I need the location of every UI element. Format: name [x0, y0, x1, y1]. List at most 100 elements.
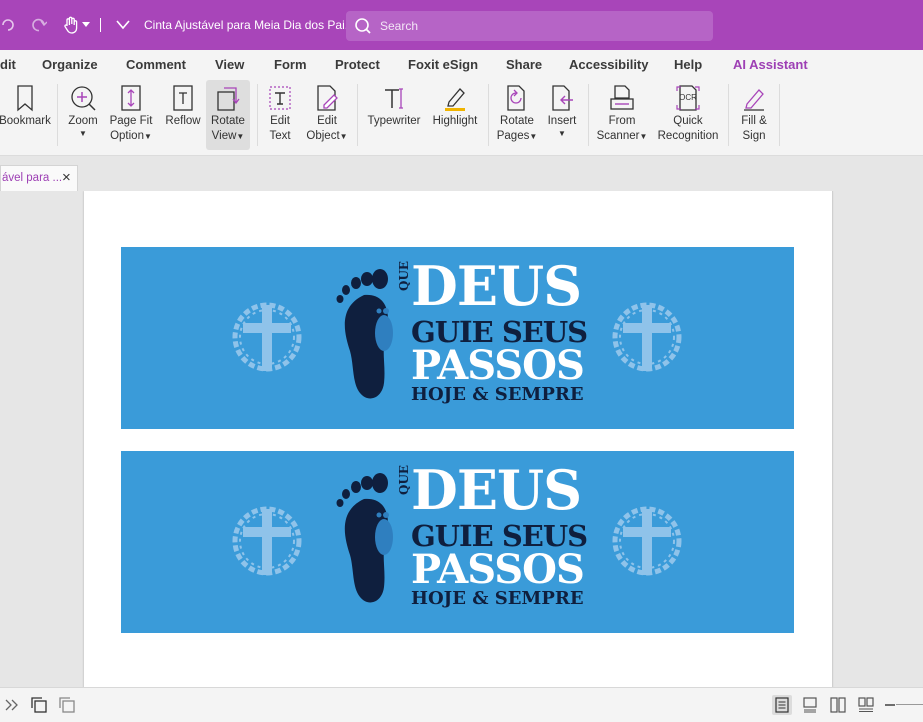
- banner-text-deus: DEUS: [411, 254, 582, 318]
- redo-icon[interactable]: [28, 14, 50, 36]
- expand-panel-icon[interactable]: [2, 695, 22, 715]
- extract-pages-icon[interactable]: [29, 695, 49, 715]
- menu-bar: dit Organize Comment View Form Protect F…: [0, 50, 923, 78]
- ribbon-separator: [57, 84, 58, 146]
- insert-label: Insert: [547, 115, 577, 127]
- cross-crown-icon: [612, 302, 682, 372]
- continuous-view-icon[interactable]: [800, 695, 820, 715]
- menu-protect[interactable]: Protect: [335, 57, 380, 72]
- document-tab-label: ável para ...: [2, 172, 63, 184]
- menu-ai-assistant[interactable]: AI Assistant: [733, 57, 808, 72]
- toolbar-separator: [98, 14, 102, 36]
- edit-object-label: Edit Object▼: [306, 115, 348, 142]
- page-fit-option-button[interactable]: Page Fit Option▼: [106, 80, 156, 150]
- insert-icon: [552, 85, 573, 111]
- zoom-dropdown-icon: ▼: [79, 129, 87, 138]
- document-title: Cinta Ajustável para Meia Dia dos Pai...: [144, 18, 355, 32]
- cross-crown-icon: [232, 302, 302, 372]
- banner-text-que: QUE: [397, 260, 411, 291]
- typewriter-icon: [385, 88, 403, 109]
- menu-organize[interactable]: Organize: [42, 57, 98, 72]
- reflow-button[interactable]: Reflow: [161, 80, 205, 150]
- document-tab-strip: ável para ... ×: [0, 157, 923, 191]
- banner-design: QUE DEUS GUIE SEUS PASSOS HOJE & SEMPRE: [121, 451, 794, 633]
- footprint-icon: [336, 269, 393, 399]
- highlight-button[interactable]: Highlight: [428, 80, 482, 150]
- search-placeholder: Search: [380, 19, 419, 33]
- pdf-page: QUE DEUS GUIE SEUS PASSOS HOJE & SEMPRE: [84, 191, 832, 687]
- edit-text-button[interactable]: Edit Text: [262, 80, 298, 150]
- from-scanner-label: From Scanner▼: [596, 115, 648, 142]
- rotate-pages-label: Rotate Pages▼: [496, 115, 538, 142]
- ribbon-separator: [588, 84, 589, 146]
- page-fit-icon: [121, 85, 141, 111]
- rotate-pages-icon: [507, 85, 525, 111]
- fill-sign-button[interactable]: Fill & Sign: [734, 80, 774, 150]
- cross-crown-icon: [612, 506, 682, 576]
- banner-design: QUE DEUS GUIE SEUS PASSOS HOJE & SEMPRE: [121, 247, 794, 429]
- rotate-pages-button[interactable]: Rotate Pages▼: [494, 80, 540, 150]
- menu-form[interactable]: Form: [274, 57, 307, 72]
- svg-text:OCR: OCR: [679, 93, 697, 102]
- menu-help[interactable]: Help: [674, 57, 702, 72]
- menu-edit[interactable]: dit: [0, 57, 16, 72]
- document-tab[interactable]: ável para ... ×: [0, 165, 78, 191]
- zoom-out-icon[interactable]: [880, 695, 900, 715]
- menu-view[interactable]: View: [215, 57, 244, 72]
- ribbon-separator: [257, 84, 258, 146]
- ocr-icon: OCR: [676, 85, 700, 111]
- search-icon: [354, 17, 372, 40]
- customize-quick-access-icon[interactable]: [114, 14, 132, 36]
- quick-recognition-button[interactable]: OCR Quick Recognition: [654, 80, 722, 150]
- facing-view-icon[interactable]: [828, 695, 848, 715]
- typewriter-label: Typewriter: [367, 115, 421, 127]
- close-tab-icon[interactable]: ×: [62, 169, 71, 186]
- ribbon-separator: [488, 84, 489, 146]
- insert-dropdown-icon: ▼: [558, 129, 566, 138]
- document-viewer[interactable]: QUE DEUS GUIE SEUS PASSOS HOJE & SEMPRE: [0, 191, 923, 687]
- single-page-view-icon[interactable]: [772, 695, 792, 715]
- edit-text-label: Edit Text: [269, 115, 291, 142]
- fill-sign-icon: [744, 89, 764, 111]
- zoom-slider-track[interactable]: [896, 704, 923, 705]
- bookmark-icon: [17, 85, 33, 112]
- from-scanner-button[interactable]: From Scanner▼: [594, 80, 650, 150]
- rotate-view-icon: [217, 87, 240, 111]
- highlight-icon: [445, 88, 465, 111]
- ribbon-separator: [357, 84, 358, 146]
- rotate-view-button[interactable]: Rotate View▼: [206, 80, 250, 150]
- duplicate-pages-icon[interactable]: [57, 695, 77, 715]
- fill-sign-label: Fill & Sign: [741, 115, 767, 142]
- hand-tool-icon[interactable]: [62, 14, 80, 36]
- banner-text-que: QUE: [397, 464, 411, 495]
- typewriter-button[interactable]: Typewriter: [363, 80, 425, 150]
- quick-recognition-label: Quick Recognition: [657, 115, 719, 142]
- viewer-edge: [832, 191, 833, 687]
- menu-share[interactable]: Share: [506, 57, 542, 72]
- highlight-label: Highlight: [432, 115, 478, 127]
- banner-text-hoje-sempre: HOJE & SEMPRE: [411, 384, 584, 405]
- edit-object-icon: [317, 85, 338, 111]
- ribbon-toolbar: Bookmark Zoom ▼ Page Fit Option▼ Reflow R…: [0, 78, 923, 156]
- banner-text-hoje-sempre: HOJE & SEMPRE: [411, 588, 584, 609]
- bookmark-button[interactable]: Bookmark: [0, 80, 51, 150]
- edit-text-icon: [269, 86, 291, 110]
- hand-tool-dropdown-icon[interactable]: [80, 14, 92, 36]
- page-fit-label: Page Fit Option▼: [109, 115, 153, 142]
- search-box[interactable]: Search: [346, 11, 713, 41]
- banner-text-passos: PASSOS: [411, 342, 585, 389]
- insert-button[interactable]: Insert ▼: [542, 80, 582, 150]
- ribbon-separator: [779, 84, 780, 146]
- edit-object-button[interactable]: Edit Object▼: [302, 80, 352, 150]
- undo-icon[interactable]: [0, 14, 16, 36]
- zoom-button[interactable]: Zoom ▼: [62, 80, 104, 150]
- reflow-icon: [173, 85, 193, 111]
- menu-foxit-esign[interactable]: Foxit eSign: [408, 57, 478, 72]
- menu-accessibility[interactable]: Accessibility: [569, 57, 649, 72]
- scanner-icon: [610, 85, 634, 110]
- menu-comment[interactable]: Comment: [126, 57, 186, 72]
- continuous-facing-view-icon[interactable]: [856, 695, 876, 715]
- banner-text-passos: PASSOS: [411, 546, 585, 593]
- footprint-icon: [336, 473, 393, 603]
- bookmark-label: Bookmark: [0, 115, 51, 127]
